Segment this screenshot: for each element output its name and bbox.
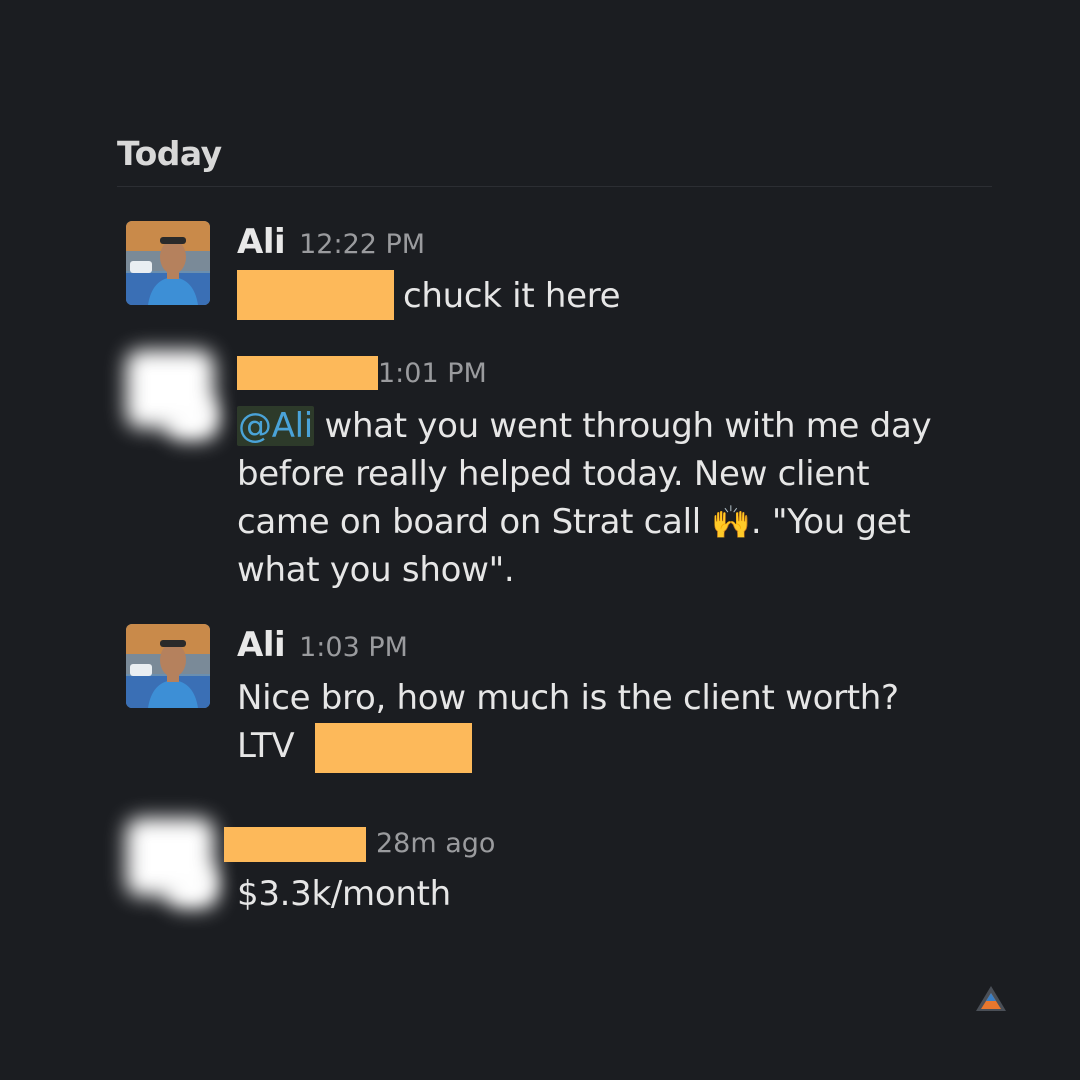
message-header: Ali 12:22 PM xyxy=(237,222,425,262)
author-name[interactable]: Ali xyxy=(237,625,286,665)
avatar-photo-icon xyxy=(126,221,210,305)
message-line: came on board on Strat call xyxy=(237,502,712,542)
avatar-ali[interactable] xyxy=(126,624,210,708)
raised-hands-emoji-icon: 🙌 xyxy=(711,503,751,541)
message-line: what you show". xyxy=(237,550,515,590)
timestamp[interactable]: 12:22 PM xyxy=(299,229,425,260)
day-divider xyxy=(117,186,992,187)
avatar-photo-icon xyxy=(126,624,210,708)
message-line: before really helped today. New client xyxy=(237,454,870,494)
avatar-blurred xyxy=(112,808,222,918)
author-redaction-block xyxy=(237,356,378,390)
message-line: Nice bro, how much is the client worth? xyxy=(237,678,899,718)
message-line: . "You get xyxy=(750,502,911,542)
message-text: $3.3k/month xyxy=(237,874,451,914)
mention-link[interactable]: @Ali xyxy=(237,406,314,446)
message-text: chuck it here xyxy=(403,276,621,316)
timestamp[interactable]: 1:03 PM xyxy=(299,632,408,663)
message-header: 1:01 PM xyxy=(378,358,487,389)
avatar-blurred xyxy=(112,340,222,450)
timestamp[interactable]: 28m ago xyxy=(376,828,495,859)
message-line: what you went through with me day xyxy=(313,406,932,446)
message-header: Ali 1:03 PM xyxy=(237,625,408,665)
author-name[interactable]: Ali xyxy=(237,222,286,262)
timestamp[interactable]: 1:01 PM xyxy=(378,358,487,389)
triangle-logo-icon xyxy=(976,986,1006,1011)
author-redaction-block xyxy=(224,827,366,862)
day-header: Today xyxy=(117,134,222,173)
message-header: 28m ago xyxy=(376,828,495,859)
message-text: @Ali what you went through with me day b… xyxy=(237,402,977,594)
redaction-block xyxy=(237,270,394,320)
avatar-ali[interactable] xyxy=(126,221,210,305)
message-line: LTV xyxy=(237,726,295,766)
redaction-block xyxy=(315,723,472,773)
